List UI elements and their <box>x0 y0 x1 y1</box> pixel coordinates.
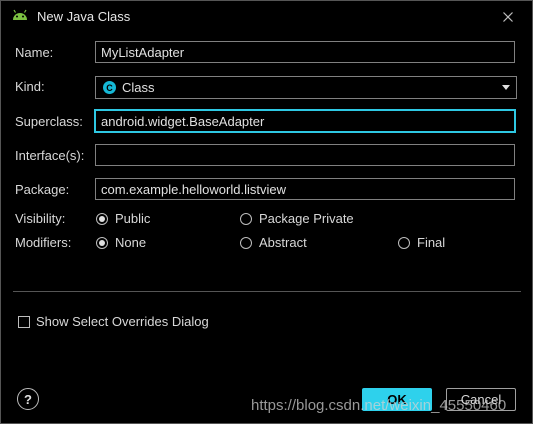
visibility-label: Visibility: <box>15 211 66 226</box>
kind-dropdown[interactable]: C Class <box>95 76 517 99</box>
interfaces-field-box <box>95 144 515 166</box>
close-button[interactable] <box>498 7 518 27</box>
name-label: Name: <box>15 45 54 60</box>
separator <box>13 291 521 292</box>
modifier-none-radio[interactable]: None <box>96 235 146 250</box>
modifiers-label: Modifiers: <box>15 235 72 250</box>
name-field-box <box>95 41 515 63</box>
help-button[interactable]: ? <box>17 388 39 410</box>
radio-selected-icon <box>96 236 108 249</box>
radio-unselected-icon <box>240 212 252 225</box>
modifier-abstract-radio[interactable]: Abstract <box>240 235 307 250</box>
package-label: Package: <box>15 182 70 197</box>
kind-label: Kind: <box>15 79 45 94</box>
visibility-public-radio[interactable]: Public <box>96 211 150 226</box>
radio-label: Package Private <box>259 211 354 226</box>
modifier-final-radio[interactable]: Final <box>398 235 445 250</box>
close-icon <box>503 10 513 25</box>
superclass-label: Superclass: <box>15 114 83 129</box>
radio-unselected-icon <box>398 236 410 249</box>
superclass-field-box <box>94 109 516 133</box>
android-icon <box>12 9 28 21</box>
checkbox-unchecked-icon <box>18 315 30 328</box>
radio-label: Public <box>115 211 151 226</box>
superclass-input[interactable] <box>96 111 514 131</box>
package-field-box <box>95 178 515 200</box>
help-icon: ? <box>24 391 32 407</box>
package-input[interactable] <box>96 179 514 199</box>
checkbox-label: Show Select Overrides Dialog <box>36 314 209 329</box>
radio-label: None <box>115 235 147 250</box>
interfaces-input[interactable] <box>96 145 514 165</box>
radio-label: Abstract <box>259 235 307 250</box>
radio-unselected-icon <box>240 236 252 249</box>
radio-label: Final <box>417 235 446 250</box>
name-input[interactable] <box>96 42 514 62</box>
ok-button[interactable]: OK <box>362 388 432 411</box>
cancel-button[interactable]: Cancel <box>446 388 516 411</box>
dialog-title: New Java Class <box>37 9 131 24</box>
class-icon: C <box>103 81 116 94</box>
kind-selected-value: Class <box>122 80 155 95</box>
interfaces-label: Interface(s): <box>15 148 85 163</box>
visibility-package-private-radio[interactable]: Package Private <box>240 211 354 226</box>
dropdown-arrow-icon <box>502 85 510 90</box>
show-overrides-checkbox[interactable]: Show Select Overrides Dialog <box>18 314 209 329</box>
title-bar: New Java Class <box>1 1 532 31</box>
new-java-class-dialog: New Java Class Name: Kind: C Class Super… <box>0 0 533 424</box>
radio-selected-icon <box>96 212 108 225</box>
